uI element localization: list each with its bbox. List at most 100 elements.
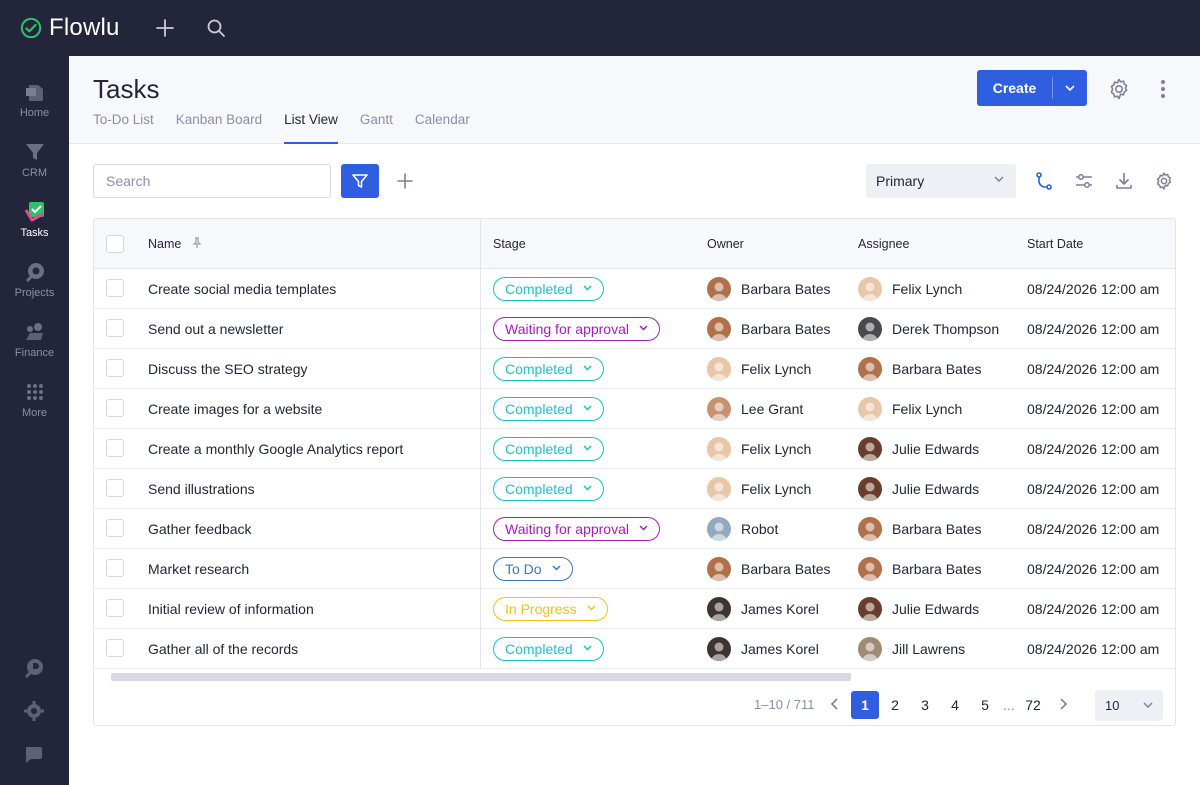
owner-name[interactable]: Barbara Bates [741,269,831,309]
page-4-button[interactable]: 4 [941,691,969,719]
sidebar-item-home[interactable]: Home [0,66,69,126]
search-input[interactable] [93,164,331,198]
table-row[interactable]: Gather feedback Waiting for approval Robot… [94,509,1175,549]
table-row[interactable]: Create images for a website Completed Lee … [94,389,1175,429]
table-row[interactable]: Market research To Do Barbara Bates Barbara… [94,549,1175,589]
sidebar-item-finance[interactable]: Finance [0,306,69,366]
create-button[interactable]: Create [977,70,1052,106]
chat-icon[interactable] [22,743,46,767]
column-header-assignee[interactable]: Assignee [858,219,909,269]
stage-badge[interactable]: Completed [493,437,604,461]
table-settings-icon[interactable] [1154,171,1174,191]
task-name[interactable]: Create social media templates [148,269,336,309]
owner-name[interactable]: Felix Lynch [741,469,811,509]
add-icon[interactable] [155,18,175,38]
stage-badge[interactable]: Completed [493,277,604,301]
tab-kanban-board[interactable]: Kanban Board [176,112,262,144]
owner-name[interactable]: Barbara Bates [741,309,831,349]
stage-badge[interactable]: To Do [493,557,573,581]
column-header-stage[interactable]: Stage [493,219,526,269]
table-row[interactable]: Initial review of information In Progress… [94,589,1175,629]
filter-button[interactable] [341,164,379,198]
table-row[interactable]: Discuss the SEO strategy Completed Felix L… [94,349,1175,389]
table-row[interactable]: Gather all of the records Completed James … [94,629,1175,669]
app-logo[interactable]: Flowlu [20,14,120,42]
page-size-select[interactable]: 10 [1095,690,1163,721]
select-all-checkbox[interactable] [106,235,124,253]
add-filter-icon[interactable] [395,171,415,191]
view-select[interactable]: Primary [866,164,1016,198]
download-icon[interactable] [1114,171,1134,191]
settings-gear-icon[interactable] [1107,77,1131,101]
column-header-start-date[interactable]: Start Date [1027,219,1083,269]
pin-icon[interactable] [191,237,203,249]
owner-name[interactable]: James Korel [741,589,819,629]
tab-calendar[interactable]: Calendar [415,112,470,144]
owner-name[interactable]: Barbara Bates [741,549,831,589]
row-checkbox[interactable] [106,319,124,337]
table-row[interactable]: Send out a newsletter Waiting for approva… [94,309,1175,349]
task-name[interactable]: Send out a newsletter [148,309,283,349]
task-name[interactable]: Send illustrations [148,469,255,509]
page-1-button[interactable]: 1 [851,691,879,719]
assignee-name[interactable]: Barbara Bates [892,509,982,549]
owner-name[interactable]: Felix Lynch [741,349,811,389]
task-name[interactable]: Gather feedback [148,509,252,549]
assignee-name[interactable]: Derek Thompson [892,309,999,349]
hierarchy-icon[interactable] [1034,171,1054,191]
table-row[interactable]: Create social media templates Completed Ba… [94,269,1175,309]
task-name[interactable]: Discuss the SEO strategy [148,349,308,389]
row-checkbox[interactable] [106,599,124,617]
column-settings-icon[interactable] [1074,171,1094,191]
page-5-button[interactable]: 5 [971,691,999,719]
stage-badge[interactable]: Completed [493,477,604,501]
row-checkbox[interactable] [106,559,124,577]
row-checkbox[interactable] [106,519,124,537]
owner-name[interactable]: Robot [741,509,778,549]
assignee-name[interactable]: Julie Edwards [892,429,979,469]
tab-gantt[interactable]: Gantt [360,112,393,144]
page-2-button[interactable]: 2 [881,691,909,719]
search-icon[interactable] [206,18,226,38]
sidebar-item-tasks[interactable]: Tasks [0,186,69,246]
assignee-name[interactable]: Barbara Bates [892,349,982,389]
sidebar-item-more[interactable]: More [0,366,69,426]
row-checkbox[interactable] [106,439,124,457]
owner-name[interactable]: Lee Grant [741,389,803,429]
chevron-right-icon[interactable] [1055,696,1071,712]
column-header-owner[interactable]: Owner [707,219,744,269]
task-name[interactable]: Create images for a website [148,389,322,429]
task-name[interactable]: Gather all of the records [148,629,298,669]
page-3-button[interactable]: 3 [911,691,939,719]
row-checkbox[interactable] [106,279,124,297]
assignee-name[interactable]: Jill Lawrens [892,629,965,669]
row-checkbox[interactable] [106,399,124,417]
stage-badge[interactable]: Waiting for approval [493,517,660,541]
row-checkbox[interactable] [106,359,124,377]
stage-badge[interactable]: Completed [493,637,604,661]
task-name[interactable]: Initial review of information [148,589,314,629]
task-name[interactable]: Create a monthly Google Analytics report [148,429,403,469]
assignee-name[interactable]: Julie Edwards [892,589,979,629]
stage-badge[interactable]: Waiting for approval [493,317,660,341]
page-last-button[interactable]: 72 [1019,691,1047,719]
more-vertical-icon[interactable] [1153,77,1173,101]
task-name[interactable]: Market research [148,549,249,589]
row-checkbox[interactable] [106,479,124,497]
assignee-name[interactable]: Felix Lynch [892,269,962,309]
assignee-name[interactable]: Barbara Bates [892,549,982,589]
row-checkbox[interactable] [106,639,124,657]
stage-badge[interactable]: In Progress [493,597,608,621]
table-row[interactable]: Send illustrations Completed Felix Lynch Ju… [94,469,1175,509]
stage-badge[interactable]: Completed [493,357,604,381]
sidebar-item-crm[interactable]: CRM [0,126,69,186]
table-row[interactable]: Create a monthly Google Analytics report… [94,429,1175,469]
tab-todo-list[interactable]: To-Do List [93,112,154,144]
stage-badge[interactable]: Completed [493,397,604,421]
create-dropdown-button[interactable] [1053,70,1087,106]
column-header-name[interactable]: Name [148,219,203,269]
chevron-left-icon[interactable] [827,696,843,712]
assignee-name[interactable]: Julie Edwards [892,469,979,509]
owner-name[interactable]: James Korel [741,629,819,669]
tab-list-view[interactable]: List View [284,112,338,144]
